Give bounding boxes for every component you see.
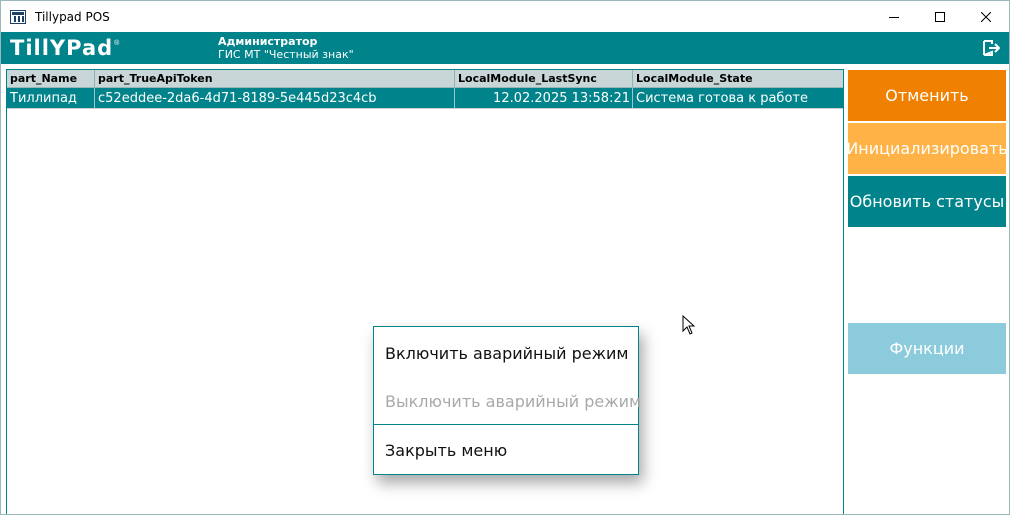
menu-item-enable-emergency[interactable]: Включить аварийный режим bbox=[385, 344, 628, 363]
maximize-button[interactable] bbox=[917, 1, 963, 32]
table-row[interactable]: Тиллипад c52eddee-2da6-4d71-8189-5e445d2… bbox=[7, 88, 843, 109]
close-button[interactable] bbox=[963, 1, 1009, 32]
maximize-icon bbox=[935, 11, 945, 22]
refresh-statuses-button[interactable]: Обновить статусы bbox=[848, 176, 1006, 227]
context-menu: Включить аварийный режим Выключить авари… bbox=[373, 326, 642, 475]
logo-text: TillYPad bbox=[10, 36, 114, 60]
logo-registered-mark: ® bbox=[114, 39, 120, 47]
menu-divider bbox=[374, 424, 638, 425]
menu-item-disable-emergency: Выключить аварийный режим bbox=[385, 392, 642, 411]
column-header-last-sync[interactable]: LocalModule_LastSync bbox=[455, 70, 633, 87]
minimize-button[interactable] bbox=[871, 1, 917, 32]
menu-item-close-menu[interactable]: Закрыть меню bbox=[385, 441, 507, 460]
title-bar: Tillypad POS bbox=[1, 1, 1009, 32]
app-icon bbox=[10, 9, 26, 24]
user-info: Администратор ГИС МТ "Честный знак" bbox=[218, 35, 354, 61]
close-icon bbox=[981, 11, 991, 22]
window-title: Tillypad POS bbox=[35, 9, 110, 24]
cell-part-name: Тиллипад bbox=[7, 88, 95, 108]
tillypad-logo: TillYPad ® bbox=[10, 37, 119, 59]
cancel-button[interactable]: Отменить bbox=[848, 70, 1006, 121]
column-header-part-name[interactable]: part_Name bbox=[7, 70, 95, 87]
column-header-token[interactable]: part_TrueApiToken bbox=[95, 70, 455, 87]
functions-button[interactable]: Функции bbox=[848, 323, 1006, 374]
cell-token: c52eddee-2da6-4d71-8189-5e445d23c4cb bbox=[95, 88, 455, 108]
minimize-icon bbox=[889, 16, 899, 18]
user-role: Администратор bbox=[218, 35, 318, 48]
cell-state: Система готова к работе bbox=[636, 91, 808, 106]
cell-last-sync: 12.02.2025 13:58:21 bbox=[455, 88, 633, 108]
window-controls bbox=[871, 1, 1009, 32]
initialize-button[interactable]: Инициализировать bbox=[846, 123, 1008, 174]
logout-icon[interactable] bbox=[983, 40, 1001, 56]
app-header: TillYPad ® Администратор ГИС МТ "Честный… bbox=[1, 32, 1009, 64]
app-window: Tillypad POS TillYPad ® Администратор ГИ… bbox=[0, 0, 1010, 515]
user-context: ГИС МТ "Честный знак" bbox=[218, 48, 354, 61]
column-header-state[interactable]: LocalModule_State bbox=[633, 70, 841, 87]
table-header: part_Name part_TrueApiToken LocalModule_… bbox=[7, 70, 843, 88]
mouse-cursor-icon bbox=[682, 315, 696, 335]
